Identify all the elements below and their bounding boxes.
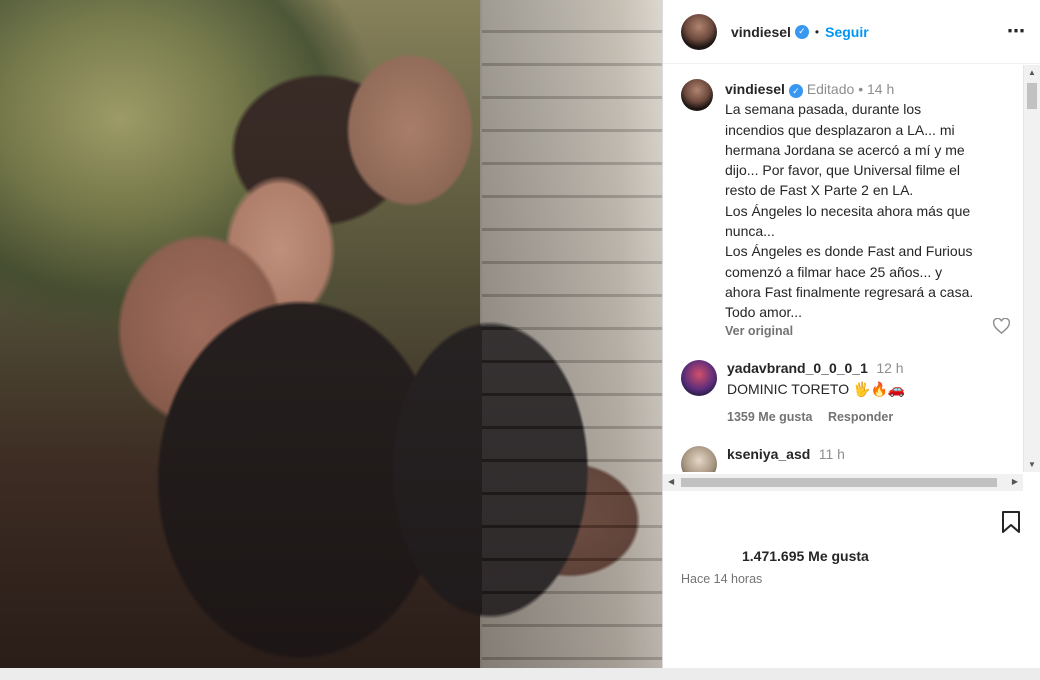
vertical-scrollbar[interactable]: ▲ ▼ [1023, 65, 1040, 472]
comment-username[interactable]: yadavbrand_0_0_0_1 [727, 360, 868, 376]
bookmark-icon[interactable] [1001, 510, 1021, 534]
caption-body: vindiesel ✓ Editado • 14 h La semana pasa… [725, 79, 1005, 338]
comment-item: kseniya_asd 11 h [663, 445, 1040, 472]
scroll-down-arrow-icon[interactable]: ▼ [1028, 460, 1036, 469]
caption-line: dijo... Por favor, que Universal filme e… [725, 162, 960, 179]
comments-list[interactable]: vindiesel ✓ Editado • 14 h La semana pasa… [663, 65, 1040, 472]
comment-actions: 1359 Me gusta Responder [727, 410, 905, 424]
likes-count[interactable]: 1.471.695 Me gusta [742, 548, 869, 564]
caption-avatar[interactable] [681, 79, 713, 111]
post-photo [0, 0, 662, 668]
caption-line: ahora Fast finalmente regresará a casa. [725, 283, 974, 300]
comment-likes[interactable]: 1359 Me gusta [727, 410, 812, 424]
caption: vindiesel ✓ Editado • 14 h La semana pasa… [663, 65, 1040, 338]
scroll-right-arrow-icon[interactable]: ▶ [1012, 477, 1018, 486]
comment-header: kseniya_asd 11 h [727, 446, 845, 464]
scroll-up-arrow-icon[interactable]: ▲ [1028, 68, 1036, 77]
heart-icon[interactable] [993, 318, 1010, 334]
caption-line: hermana Jordana se acercó a mí y me [725, 141, 965, 158]
separator-dot: • [814, 24, 820, 39]
reply-button[interactable]: Responder [828, 410, 893, 424]
comment-body: kseniya_asd 11 h [727, 446, 845, 472]
post-header: vindiesel ✓ • Seguir ⋯ [663, 0, 1040, 64]
comment-avatar[interactable] [681, 445, 717, 472]
comment-item: yadavbrand_0_0_0_1 12 h DOMINIC TORETO 🖐… [663, 359, 1040, 424]
caption-line: nunca... [725, 223, 775, 240]
comment-text: DOMINIC TORETO 🖐🔥🚗 [727, 380, 906, 397]
scroll-left-arrow-icon[interactable]: ◀ [668, 477, 674, 486]
author-avatar[interactable] [681, 13, 717, 50]
scrollbar-thumb[interactable] [681, 478, 997, 487]
comment-header: yadavbrand_0_0_0_1 12 h [727, 360, 905, 378]
caption-line: incendios que desplazaron a LA... mi [725, 121, 955, 138]
see-original-link[interactable]: Ver original [725, 324, 1005, 338]
separator-dot: • [858, 81, 864, 97]
edited-label: Editado [806, 81, 855, 97]
comment-avatar[interactable] [681, 359, 717, 396]
more-options-icon[interactable]: ⋯ [1007, 21, 1026, 42]
scrollbar-thumb[interactable] [1027, 83, 1037, 109]
follow-button[interactable]: Seguir [825, 24, 869, 40]
caption-line: Los Ángeles es donde Fast and Furious [725, 243, 973, 260]
caption-line: Todo amor... [725, 304, 803, 321]
comment-time: 12 h [876, 359, 904, 376]
author-username[interactable]: vindiesel [731, 24, 791, 40]
comment-time: 11 h [818, 445, 845, 462]
photo-overlay [0, 0, 662, 668]
caption-time: 14 h [866, 81, 895, 97]
comment-body: yadavbrand_0_0_0_1 12 h DOMINIC TORETO 🖐… [727, 360, 905, 424]
caption-line: Los Ángeles lo necesita ahora más que [725, 202, 971, 219]
post-time-ago: Hace 14 horas [681, 572, 763, 586]
post-side-panel: vindiesel ✓ • Seguir ⋯ vindiesel ✓ Editad… [662, 0, 1040, 668]
caption-line: La semana pasada, durante los [725, 101, 922, 118]
comment-username[interactable]: kseniya_asd [727, 446, 810, 462]
caption-line: resto de Fast X Parte 2 en LA. [725, 182, 914, 199]
post-frame: vindiesel ✓ • Seguir ⋯ vindiesel ✓ Editad… [0, 0, 1040, 668]
verified-badge-icon: ✓ [788, 84, 803, 99]
caption-line: comenzó a filmar hace 25 años... y [725, 263, 943, 280]
caption-header: vindiesel ✓ Editado • 14 h [725, 79, 1005, 99]
horizontal-scrollbar[interactable]: ◀ ▶ [663, 474, 1023, 491]
verified-badge-icon: ✓ [794, 24, 809, 39]
caption-username[interactable]: vindiesel [725, 81, 785, 97]
